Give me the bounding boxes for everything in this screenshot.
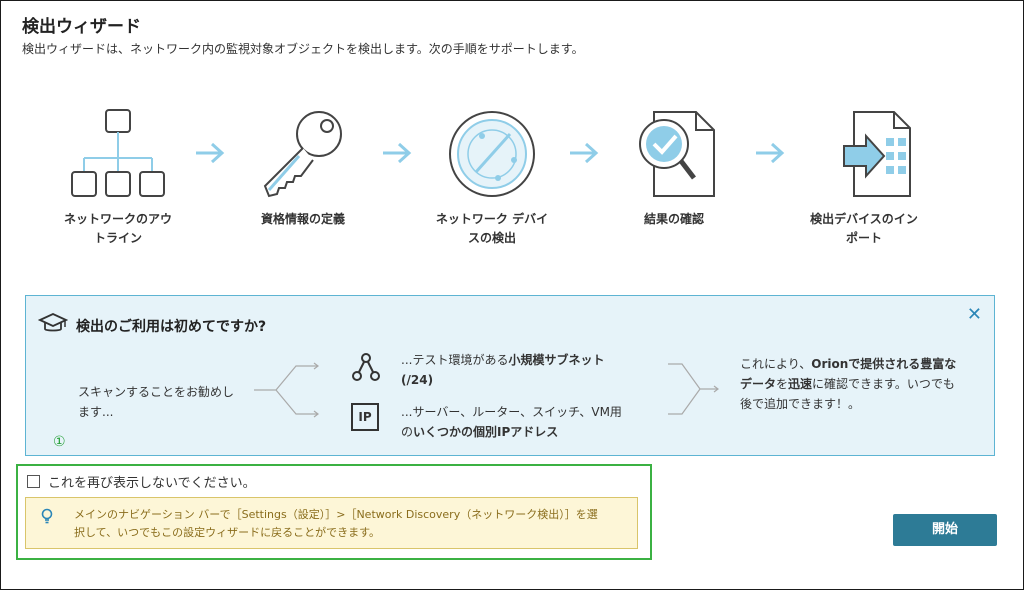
network-outline-icon [71, 109, 165, 197]
key-icon [263, 111, 342, 198]
lightbulb-icon [41, 508, 53, 524]
arrow-right-icon [381, 142, 413, 168]
settings-hint-text: メインのナビゲーション バーで［Settings（設定）］>［Network D… [74, 508, 598, 539]
dont-show-again-label: これを再び表示しないでください。 [48, 476, 256, 491]
start-button[interactable]: 開始 [893, 514, 997, 546]
step-label: ネットワーク デバイ スの検出 [435, 212, 549, 245]
subnet-nodes-icon [352, 353, 380, 381]
ip-address-icon: IP [351, 403, 379, 431]
arrow-right-icon [754, 142, 786, 168]
page-subtitle: 検出ウィザードは、ネットワーク内の監視対象オブジェクトを検出します。次の手順をサ… [22, 42, 584, 56]
radar-icon [449, 111, 535, 197]
graduation-cap-icon [38, 313, 68, 332]
step-import-devices: 検出デバイスのイン ポート [794, 108, 934, 248]
step-label: 結果の確認 [643, 212, 704, 226]
annotation-number: ① [53, 434, 66, 450]
tips-title: 検出のご利用は初めてですか? [76, 319, 267, 335]
tips-ip-text: ...サーバー、ルーター、スイッチ、VM用 のいくつかの個別IPアドレス [401, 405, 622, 439]
first-time-tips-panel: 検出のご利用は初めてですか? ✕ スキャンすることをお勧めし ます... ...… [25, 295, 995, 456]
tips-result-text: これにより、Orionで提供される豊富な データを迅速に確認できます。いつでも … [740, 357, 957, 411]
tips-recommend-text: スキャンすることをお勧めし ます... [78, 385, 235, 419]
step-label: ネットワークのアウ トライン [63, 212, 172, 245]
step-define-credentials: 資格情報の定義 [233, 108, 373, 229]
close-icon[interactable]: ✕ [967, 304, 982, 325]
step-review-results: 結果の確認 [604, 108, 744, 229]
step-label: 検出デバイスのイン ポート [810, 212, 918, 245]
merge-lines [668, 363, 719, 415]
arrow-right-icon [568, 142, 600, 168]
step-label: 資格情報の定義 [260, 212, 345, 226]
page-title: 検出ウィザード [22, 17, 141, 37]
step-discover-devices: ネットワーク デバイ スの検出 [422, 108, 562, 248]
branch-split-lines [254, 362, 319, 418]
dont-show-again-row[interactable]: これを再び表示しないでください。 [27, 472, 256, 491]
tips-subnet-text: ...テスト環境がある小規模サブネット (/24) [401, 353, 605, 387]
document-magnifier-icon [639, 111, 715, 197]
dont-show-again-checkbox[interactable] [27, 475, 40, 488]
settings-hint-box: メインのナビゲーション バーで［Settings（設定）］>［Network D… [25, 497, 638, 549]
step-network-outline: ネットワークのアウ トライン [48, 108, 188, 248]
arrow-right-icon [194, 142, 226, 168]
import-icon [843, 111, 911, 197]
